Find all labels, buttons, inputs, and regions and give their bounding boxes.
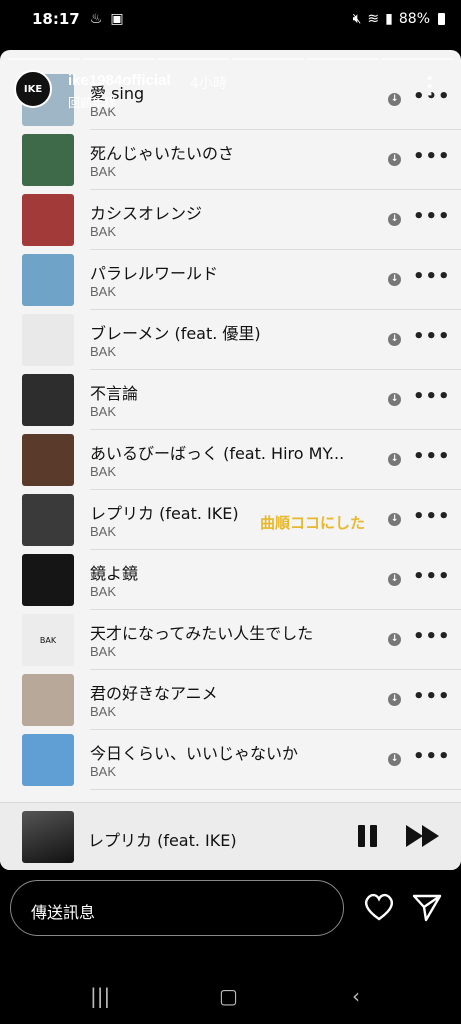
list-item[interactable]: 今日くらい、いいじゃないか BAK ↓ ••• — [0, 730, 461, 790]
track-artist: BAK — [90, 404, 117, 419]
list-item[interactable]: 死んじゃいたいのさ BAK ↓ ••• — [0, 130, 461, 190]
downloaded-icon: ↓ — [388, 633, 401, 646]
downloaded-icon: ↓ — [388, 753, 401, 766]
list-item[interactable]: 君の好きなアニメ BAK ↓ ••• — [0, 670, 461, 730]
heart-icon[interactable] — [362, 890, 396, 924]
track-artist: BAK — [90, 284, 117, 299]
more-icon[interactable]: ••• — [413, 508, 450, 529]
more-icon[interactable]: ••• — [413, 448, 450, 469]
track-artist: BAK — [90, 524, 117, 539]
more-icon[interactable]: ••• — [413, 388, 450, 409]
downloaded-icon: ↓ — [388, 333, 401, 346]
track-title: 天才になってみたい人生でした — [90, 624, 314, 643]
more-icon[interactable]: ••• — [413, 268, 450, 289]
more-icon[interactable]: ••• — [413, 208, 450, 229]
story-more-icon[interactable]: ··· — [419, 75, 440, 99]
album-cover — [22, 434, 74, 486]
album-cover — [22, 314, 74, 366]
recent-apps-icon[interactable]: ||| — [90, 984, 110, 1008]
album-cover — [22, 374, 74, 426]
album-cover: BAK — [22, 614, 74, 666]
list-item[interactable]: パラレルワールド BAK ↓ ••• — [0, 250, 461, 310]
mute-icon: 🔇︎ — [352, 11, 362, 27]
track-artist: BAK — [90, 644, 117, 659]
track-title: 死んじゃいたいのさ — [90, 144, 235, 163]
album-cover — [22, 194, 74, 246]
downloaded-icon: ↓ — [388, 153, 401, 166]
story-subline[interactable]: 回顧年糕 — [68, 94, 116, 111]
story-header: IKE ike1984official 4小時 回顧年糕 ··· — [14, 70, 447, 114]
track-title: パラレルワールド — [90, 264, 219, 283]
more-icon[interactable]: ••• — [413, 148, 450, 169]
track-title: ブレーメン (feat. 優里) — [90, 324, 261, 343]
downloaded-icon: ↓ — [388, 453, 401, 466]
downloaded-icon: ↓ — [388, 393, 401, 406]
track-title: カシスオレンジ — [90, 204, 203, 223]
track-title: 君の好きなアニメ — [90, 684, 218, 703]
downloaded-icon: ↓ — [388, 513, 401, 526]
track-artist: BAK — [90, 704, 117, 719]
more-icon[interactable]: ••• — [413, 628, 450, 649]
downloaded-icon: ↓ — [388, 273, 401, 286]
sync-icon: ♨ — [89, 11, 103, 27]
track-title: あいるびーばっく (feat. Hiro MY... — [90, 444, 345, 463]
send-message-field[interactable]: 傳送訊息 — [10, 880, 344, 936]
track-title: 不言論 — [90, 384, 139, 403]
more-icon[interactable]: ••• — [413, 568, 450, 589]
track-artist: BAK — [90, 764, 117, 779]
track-artist: BAK — [90, 164, 117, 179]
now-playing-title: レプリカ (feat. IKE) — [88, 831, 237, 850]
track-title: レプリカ (feat. IKE) — [90, 504, 239, 523]
home-icon[interactable]: ▢ — [219, 984, 238, 1008]
more-icon[interactable]: ••• — [413, 688, 450, 709]
now-playing-bar[interactable]: レプリカ (feat. IKE) — [0, 802, 461, 870]
track-artist: BAK — [90, 224, 117, 239]
signal-icon: ▮ — [385, 11, 393, 27]
skip-forward-icon[interactable] — [406, 825, 440, 847]
downloaded-icon: ↓ — [388, 693, 401, 706]
status-time: 18:17 — [32, 10, 80, 28]
list-item[interactable]: 不言論 BAK ↓ ••• — [0, 370, 461, 430]
album-cover — [22, 254, 74, 306]
track-artist: BAK — [90, 344, 117, 359]
system-nav-bar: ||| ▢ ‹ — [0, 970, 461, 1024]
list-item[interactable]: ブレーメン (feat. 優里) BAK ↓ ••• — [0, 310, 461, 370]
track-title: 今日くらい、いいじゃないか — [90, 744, 299, 763]
more-icon[interactable]: ••• — [413, 748, 450, 769]
downloaded-icon: ↓ — [388, 213, 401, 226]
status-bar: 18:17 ♨ ▣ 🔇︎ ≋ ▮ 88% — [0, 0, 461, 38]
more-icon[interactable]: ••• — [413, 328, 450, 349]
list-item[interactable]: BAK 天才になってみたい人生でした BAK ↓ ••• — [0, 610, 461, 670]
avatar[interactable]: IKE — [14, 70, 52, 108]
album-cover — [22, 554, 74, 606]
send-message-placeholder: 傳送訊息 — [31, 903, 96, 922]
list-item[interactable]: カシスオレンジ BAK ↓ ••• — [0, 190, 461, 250]
story-progress — [8, 58, 454, 60]
story-card[interactable]: IKE ike1984official 4小時 回顧年糕 ··· 愛 sing B… — [0, 50, 461, 870]
album-cover — [22, 134, 74, 186]
album-cover — [22, 734, 74, 786]
story-username[interactable]: ike1984official — [68, 72, 171, 89]
pause-button[interactable] — [358, 825, 378, 847]
battery-icon — [438, 13, 445, 25]
album-cover — [22, 494, 74, 546]
story-time-ago: 4小時 — [190, 76, 227, 92]
downloaded-icon: ↓ — [388, 573, 401, 586]
list-item[interactable]: レプリカ (feat. IKE) BAK ↓ ••• — [0, 490, 461, 550]
send-icon[interactable] — [410, 890, 444, 924]
back-icon[interactable]: ‹ — [352, 984, 360, 1008]
list-item[interactable]: あいるびーばっく (feat. Hiro MY... BAK ↓ ••• — [0, 430, 461, 490]
story-text-sticker: 曲順ココにした — [260, 514, 366, 532]
wifi-icon: ≋ — [367, 11, 380, 27]
gallery-icon: ▣ — [110, 11, 124, 27]
track-artist: BAK — [90, 464, 117, 479]
battery-percent: 88% — [398, 11, 430, 27]
album-cover — [22, 674, 74, 726]
divider — [90, 789, 461, 790]
track-title: 鏡よ鏡 — [90, 564, 139, 583]
list-item[interactable]: 鏡よ鏡 BAK ↓ ••• — [0, 550, 461, 610]
track-artist: BAK — [90, 584, 117, 599]
now-playing-cover — [22, 811, 74, 863]
